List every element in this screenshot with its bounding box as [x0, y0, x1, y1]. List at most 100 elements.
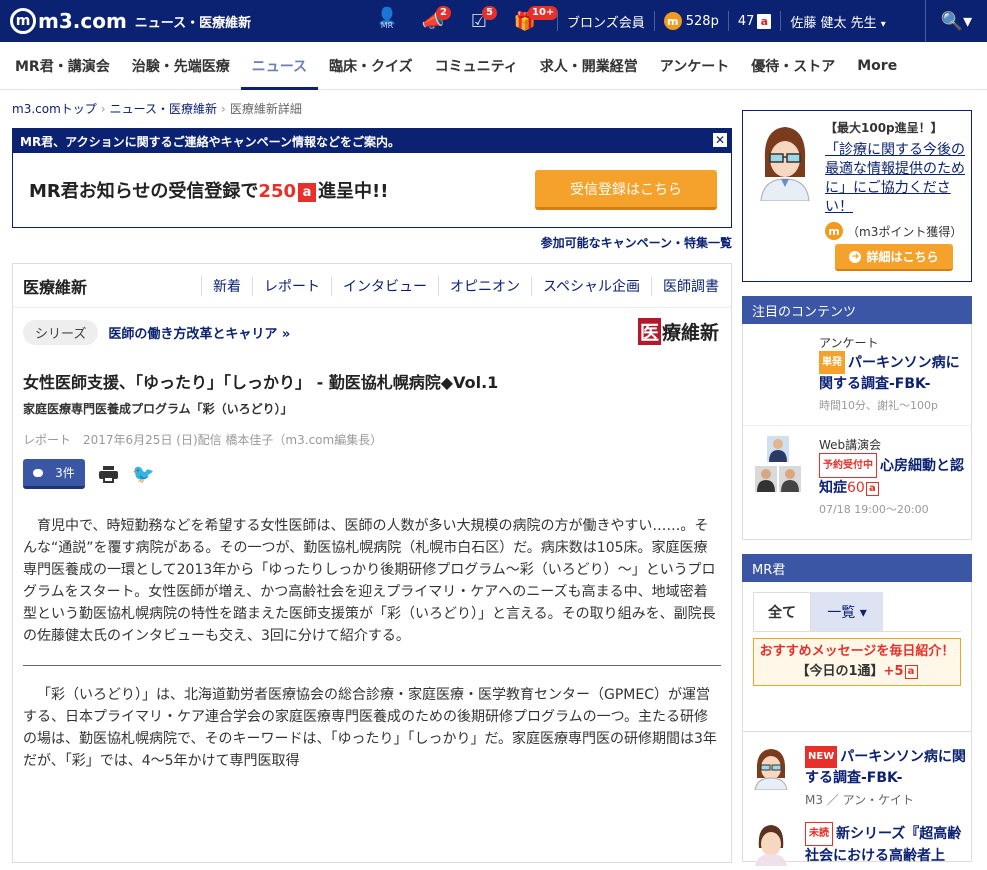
- mr-panel: 全て 一覧 ▾ おすすめメッセージを毎日紹介！ 【今日の1通】+5 a: [742, 582, 972, 732]
- series-tag: シリーズ: [23, 320, 99, 345]
- list-item[interactable]: 未読 新シリーズ『超高齢社会における高齢者上: [743, 822, 971, 866]
- top-icons: 👤 MR 📣 2 ☑ 5 🎁 10+: [364, 0, 559, 42]
- new-tag: NEW: [805, 746, 838, 768]
- mr-icon[interactable]: 👤 MR: [364, 0, 410, 42]
- featured-category: Web講演会: [819, 438, 882, 452]
- detail-button[interactable]: ➜ 詳細はこちら: [835, 244, 953, 271]
- main-nav: MR君・講演会 治験・先端医療 ニュース 臨床・クイズ コミュニティ 求人・開業…: [0, 42, 987, 90]
- nav-clinical-quiz[interactable]: 臨床・クイズ: [318, 42, 424, 90]
- mr-avatar-icon: [751, 822, 791, 866]
- divider: [557, 11, 558, 31]
- tab-doctor-survey[interactable]: 医師調書: [651, 275, 730, 296]
- tab-opinion[interactable]: オピニオン: [438, 275, 531, 296]
- nav-news[interactable]: ニュース: [240, 42, 319, 90]
- recommend-line2-pre: 【今日の1通】: [796, 664, 884, 679]
- close-icon[interactable]: ✕: [712, 132, 728, 148]
- search-button[interactable]: 🔍▾: [925, 0, 987, 42]
- featured-item[interactable]: Web講演会 予約受付中 心房細動と認知症60 a 07/18 19:00～20:0…: [743, 426, 971, 528]
- breadcrumb-news[interactable]: ニュース・医療維新: [110, 102, 217, 116]
- search-icon: 🔍▾: [940, 10, 973, 32]
- article-subtitle: 家庭医療専門医養成プログラム「彩（いろどり）」: [23, 402, 293, 416]
- coupon-icon: a: [904, 665, 918, 679]
- article-actions: 3件 🐦: [23, 459, 721, 489]
- mr-item-title[interactable]: 未読 新シリーズ『超高齢社会における高齢者上: [805, 822, 971, 866]
- section-label[interactable]: ニュース・医療維新: [135, 12, 251, 31]
- tab-interview[interactable]: インタビュー: [331, 275, 438, 296]
- breadcrumb-current: 医療維新詳細: [229, 102, 302, 116]
- unread-tag: 未読: [805, 822, 833, 846]
- main-column: MR君、アクションに関するご連絡やキャンペーン情報などをご案内。 ✕ MR君お知…: [12, 128, 732, 863]
- tab-list-dropdown[interactable]: 一覧 ▾: [811, 592, 883, 631]
- member-status: ブロンズ会員 m 528p 47 a 佐藤 健太 先生 ▾: [548, 0, 886, 42]
- notice-body: MR君お知らせの受信登録で250 a 進呈中!! 受信登録はこちら: [13, 153, 731, 227]
- notice-header: MR君、アクションに関するご連絡やキャンペーン情報などをご案内。 ✕: [13, 129, 731, 153]
- m3-logo-mark: m: [10, 8, 36, 34]
- featured-title[interactable]: 単発 パーキンソン病に関する調査-FBK-: [819, 351, 969, 395]
- campaign-link-text: 参加可能なキャンペーン・特集一覧: [540, 236, 732, 250]
- recommend-box[interactable]: おすすめメッセージを毎日紹介！ 【今日の1通】+5 a: [753, 638, 961, 686]
- m3-logo[interactable]: m m3.com ニュース・医療維新: [10, 8, 251, 34]
- campaign-list-link[interactable]: 参加可能なキャンペーン・特集一覧: [12, 234, 732, 251]
- breadcrumb-home[interactable]: m3.comトップ: [12, 102, 97, 116]
- tab-special[interactable]: スペシャル企画: [531, 275, 651, 296]
- m3-point-icon: m: [825, 222, 843, 240]
- coupons[interactable]: 47 a: [738, 13, 772, 29]
- divider: [727, 11, 729, 31]
- nav-survey[interactable]: アンケート: [649, 42, 740, 90]
- twitter-icon[interactable]: 🐦: [132, 464, 154, 485]
- mr-list: NEW パーキンソン病に関する調査-FBK- M3 ／ アン・ケイト 未読 新シリー…: [742, 732, 972, 866]
- tab-report[interactable]: レポート: [252, 275, 331, 296]
- task-check-icon[interactable]: ☑ 5: [456, 0, 502, 42]
- series-link[interactable]: 医師の働き方改革とキャリア »: [108, 323, 290, 342]
- list-item[interactable]: NEW パーキンソン病に関する調査-FBK- M3 ／ アン・ケイト: [743, 746, 971, 808]
- arrow-right-icon: ➜: [849, 250, 862, 263]
- comment-button[interactable]: 3件: [23, 459, 85, 489]
- points-value: 528p: [685, 13, 719, 29]
- list-item-text: 未読 新シリーズ『超高齢社会における高齢者上: [805, 822, 971, 866]
- article-tabs: 医療維新 新着 レポート インタビュー オピニオン スペシャル企画 医師調書: [13, 264, 731, 308]
- recommend-line2: 【今日の1通】+5 a: [754, 662, 960, 682]
- notification-badge: 2: [436, 6, 451, 20]
- tab-all[interactable]: 全て: [753, 592, 811, 631]
- user-name: 佐藤 健太 先生: [790, 15, 877, 31]
- featured-thumbnail: [751, 334, 811, 412]
- gift-icon[interactable]: 🎁 10+: [502, 0, 559, 42]
- top-bar: m m3.com ニュース・医療維新 👤 MR 📣 2 ☑ 5 🎁 10+ ブロンズ会員 …: [0, 0, 987, 42]
- comment-icon: [33, 468, 44, 477]
- ad-link[interactable]: 「診療に関する今後の最適な情報提供のために」にご協力ください！: [825, 141, 969, 217]
- mr-item-sub: M3 ／ アン・ケイト: [805, 793, 914, 807]
- nav-community[interactable]: コミュニティ: [424, 42, 529, 90]
- user-menu[interactable]: 佐藤 健太 先生 ▾: [790, 12, 885, 31]
- print-icon[interactable]: [99, 465, 118, 483]
- featured-item[interactable]: アンケート 単発 パーキンソン病に関する調査-FBK- 時間10分、謝礼～100p: [743, 324, 971, 426]
- survey-ad: 【最大100p進呈！】 「診療に関する今後の最適な情報提供のために」にご協力くだ…: [742, 110, 972, 282]
- notice-text: MR君お知らせの受信登録で250 a 進呈中!!: [29, 177, 388, 203]
- sidebar: 【最大100p進呈！】 「診療に関する今後の最適な情報提供のために」にご協力くだ…: [742, 110, 972, 866]
- nav-store[interactable]: 優待・ストア: [740, 42, 846, 90]
- brand-text: 療維新: [661, 322, 719, 344]
- featured-points: 60: [847, 480, 865, 496]
- member-rank[interactable]: ブロンズ会員: [567, 12, 645, 31]
- list-item-text: NEW パーキンソン病に関する調査-FBK- M3 ／ アン・ケイト: [805, 746, 971, 808]
- ad-points-text: （m3ポイント獲得）: [847, 224, 963, 239]
- notification-icon[interactable]: 📣 2: [410, 0, 456, 42]
- nav-clinical-trials[interactable]: 治験・先端医療: [121, 42, 241, 90]
- featured-header: 注目のコンテンツ: [742, 296, 972, 324]
- nav-more[interactable]: More: [846, 42, 908, 90]
- nav-mr-lecture[interactable]: MR君・講演会: [4, 42, 121, 90]
- tab-new[interactable]: 新着: [201, 275, 252, 296]
- featured-sub: 時間10分、謝礼～100p: [819, 399, 938, 412]
- featured-title[interactable]: 予約受付中 心房細動と認知症60 a: [819, 453, 969, 499]
- featured-sub: 07/18 19:00～20:00: [819, 503, 929, 516]
- mr-avatar-icon: [751, 746, 791, 791]
- mr-icon-glyph: 👤 MR: [377, 6, 397, 31]
- ad-title: 【最大100p進呈！】: [825, 121, 943, 135]
- recommend-points: +5: [883, 664, 904, 679]
- divider: [653, 11, 655, 31]
- coupon-icon: a: [298, 183, 316, 202]
- breadcrumb-sep: ›: [100, 102, 106, 116]
- register-button[interactable]: 受信登録はこちら: [535, 170, 717, 210]
- points[interactable]: m 528p: [663, 12, 719, 30]
- mr-item-title[interactable]: NEW パーキンソン病に関する調査-FBK-: [805, 746, 971, 788]
- nav-jobs[interactable]: 求人・開業経営: [529, 42, 649, 90]
